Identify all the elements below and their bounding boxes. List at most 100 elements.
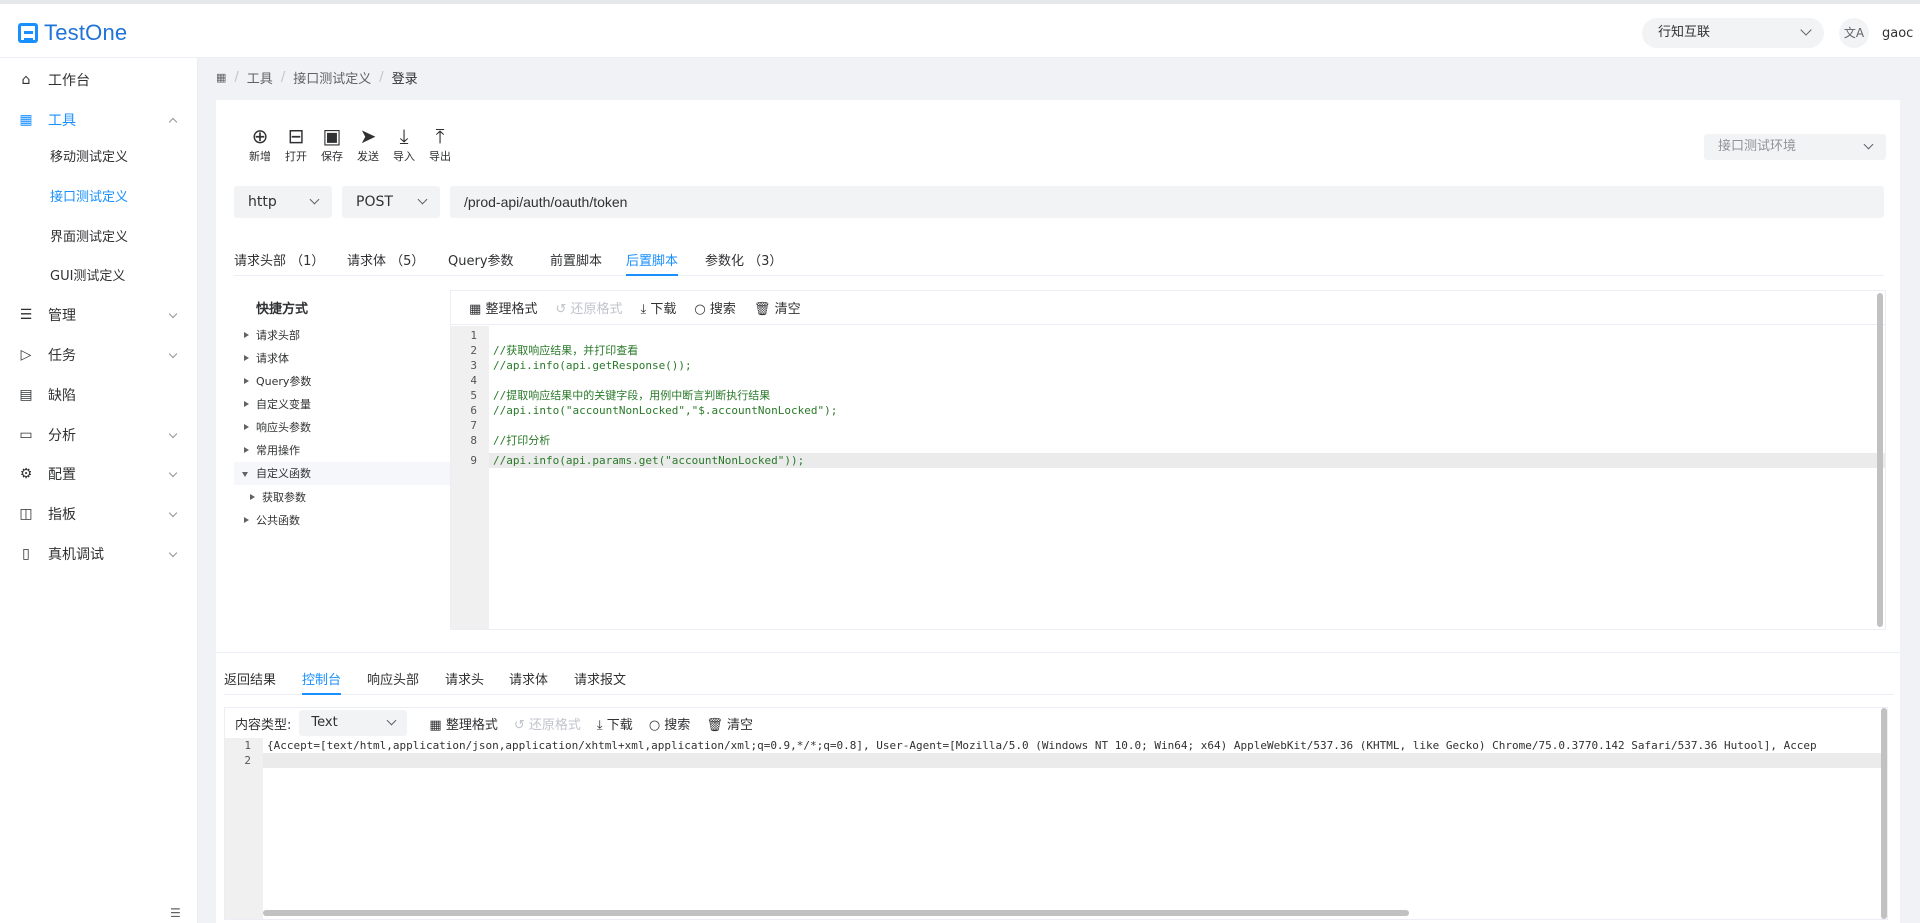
breadcrumb-item-tools[interactable]: 工具 bbox=[247, 68, 273, 87]
code-line: //api.into("accountNonLocked","$.account… bbox=[493, 404, 838, 417]
list-icon: ☰ bbox=[19, 307, 33, 323]
content-type-label: 内容类型: bbox=[235, 717, 292, 733]
breadcrumb-item-api-test[interactable]: 接口测试定义 bbox=[293, 68, 371, 87]
sidebar-item-manage[interactable]: ☰ 管理 bbox=[0, 295, 198, 335]
line-number: 2 bbox=[244, 754, 251, 767]
content-type-select[interactable]: Text bbox=[299, 710, 408, 736]
export-button[interactable]: ⤒ 导出 bbox=[426, 124, 454, 164]
tree-item[interactable]: 响应头参数 bbox=[234, 416, 450, 439]
plus-circle-icon: ⊕ bbox=[251, 124, 269, 148]
sidebar-item-label: 工具 bbox=[48, 113, 76, 129]
tab-pre-script[interactable]: 前置脚本 bbox=[550, 250, 602, 276]
tree-item-child[interactable]: 获取参数 bbox=[234, 486, 450, 509]
sidebar-subitem-ui-test[interactable]: 界面测试定义 bbox=[0, 218, 198, 258]
method-select[interactable]: POST bbox=[342, 186, 440, 218]
undo-icon: ↺ bbox=[555, 302, 567, 317]
tree-item[interactable]: 自定义变量 bbox=[234, 393, 450, 416]
org-select[interactable]: 行知互联 bbox=[1642, 18, 1824, 48]
tab-request-body-result[interactable]: 请求体 bbox=[509, 669, 548, 695]
console-clear-button[interactable]: 🗑 清空 bbox=[706, 714, 753, 733]
sidebar: ⌂ 工作台 ▦ 工具 移动测试定义 接口测试定义 界面测试定义 GUI测试定义 … bbox=[0, 58, 198, 923]
logo[interactable]: TestOne bbox=[18, 20, 127, 46]
open-button[interactable]: ⊟ 打开 bbox=[282, 124, 310, 164]
tree-item[interactable]: 公共函数 bbox=[234, 509, 450, 532]
sidebar-item-defects[interactable]: ▤ 缺陷 bbox=[0, 375, 198, 415]
download-button[interactable]: ⤓ 下载 bbox=[641, 298, 677, 317]
download-icon: ⤓ bbox=[640, 302, 647, 317]
console-search-button[interactable]: ○ 搜索 bbox=[649, 714, 691, 733]
tab-request-headers[interactable]: 请求头部 （1） bbox=[234, 250, 324, 276]
download-icon: ⤓ bbox=[399, 124, 409, 148]
tree-item[interactable]: 常用操作 bbox=[234, 439, 450, 462]
sidebar-subitem-api-test[interactable]: 接口测试定义 bbox=[0, 178, 198, 218]
response-tabs: 返回结果 控制台 响应头部 请求头 请求体 请求报文 bbox=[224, 665, 1894, 695]
tab-response-result[interactable]: 返回结果 bbox=[224, 669, 276, 695]
tab-request-body[interactable]: 请求体 （5） bbox=[347, 250, 424, 276]
request-tabs: 请求头部 （1） 请求体 （5） Query参数 前置脚本 后置脚本 参数化 （… bbox=[234, 246, 1884, 276]
console-line: {Accept=[text/html,application/json,appl… bbox=[267, 739, 1817, 752]
line-number: 1 bbox=[470, 329, 477, 342]
save-button[interactable]: ▣ 保存 bbox=[318, 124, 346, 164]
new-button[interactable]: ⊕ 新增 bbox=[246, 124, 274, 164]
import-button[interactable]: ⤓ 导入 bbox=[390, 124, 418, 164]
line-number: 3 bbox=[470, 359, 477, 372]
collapse-sidebar-icon[interactable]: ☰ bbox=[170, 906, 181, 920]
send-button[interactable]: ➤ 发送 bbox=[354, 124, 382, 164]
tree-item-expanded[interactable]: 自定义函数 bbox=[234, 462, 450, 485]
send-icon: ▷ bbox=[20, 347, 32, 363]
sidebar-item-analysis[interactable]: ▭ 分析 bbox=[0, 415, 198, 455]
tab-query-params[interactable]: Query参数 bbox=[448, 250, 514, 276]
sidebar-item-config[interactable]: ⚙ 配置 bbox=[0, 454, 198, 494]
panel-icon: ◫ bbox=[19, 506, 33, 522]
tree-item[interactable]: 请求体 bbox=[234, 347, 450, 370]
language-switch-button[interactable]: 文A bbox=[1839, 18, 1869, 48]
sidebar-item-workbench[interactable]: ⌂ 工作台 bbox=[0, 60, 198, 100]
console-download-button[interactable]: ⤓ 下载 bbox=[597, 714, 633, 733]
shortcut-title: 快捷方式 bbox=[256, 302, 309, 317]
console-line-gutter: 1 2 bbox=[225, 738, 263, 919]
console-format-button[interactable]: ▦ 整理格式 bbox=[429, 714, 497, 733]
line-number: 9 bbox=[470, 454, 477, 467]
download-icon: ⤓ bbox=[596, 717, 603, 733]
tree-item[interactable]: Query参数 bbox=[234, 370, 450, 393]
tab-console[interactable]: 控制台 bbox=[302, 669, 342, 695]
console-vertical-scrollbar[interactable] bbox=[1881, 708, 1887, 919]
home-icon: ⌂ bbox=[21, 72, 31, 88]
code-line: //api.info(api.getResponse()); bbox=[493, 359, 692, 372]
sidebar-item-tools[interactable]: ▦ 工具 bbox=[0, 100, 198, 140]
protocol-select[interactable]: http bbox=[234, 186, 332, 218]
user-name[interactable]: gaoc bbox=[1882, 26, 1913, 41]
sidebar-subitem-gui-test[interactable]: GUI测试定义 bbox=[0, 257, 198, 297]
tab-response-headers[interactable]: 响应头部 bbox=[367, 669, 419, 695]
tab-request-message[interactable]: 请求报文 bbox=[574, 669, 626, 695]
sidebar-item-board[interactable]: ◫ 指板 bbox=[0, 494, 198, 534]
editor-vertical-scrollbar[interactable] bbox=[1877, 293, 1883, 627]
search-button[interactable]: ○ 搜索 bbox=[694, 298, 736, 317]
console-restore-button[interactable]: ↺ 还原格式 bbox=[514, 714, 581, 733]
chevron-down-icon bbox=[386, 715, 397, 726]
console-output[interactable]: 内容类型: Text ▦ 整理格式 ↺ 还原格式 ⤓ 下载 ○ 搜索 🗑 清空 … bbox=[224, 707, 1888, 920]
apps-icon[interactable]: ▦ bbox=[216, 71, 226, 84]
tree-item[interactable]: 请求头部 bbox=[234, 324, 450, 347]
chevron-down-icon bbox=[168, 548, 178, 558]
grid-icon: ▦ bbox=[469, 302, 482, 317]
restore-format-button[interactable]: ↺ 还原格式 bbox=[555, 298, 622, 317]
line-number: 1 bbox=[244, 739, 251, 752]
sidebar-item-tasks[interactable]: ▷ 任务 bbox=[0, 335, 198, 375]
sidebar-item-label: 配置 bbox=[48, 467, 76, 483]
send-icon: ➤ bbox=[359, 124, 377, 148]
sidebar-item-device-debug[interactable]: ▯ 真机调试 bbox=[0, 534, 198, 574]
console-horizontal-scrollbar[interactable] bbox=[263, 910, 1409, 916]
tab-request-header[interactable]: 请求头 bbox=[445, 669, 484, 695]
sidebar-subitem-mobile-test[interactable]: 移动测试定义 bbox=[0, 138, 198, 178]
top-header: TestOne 行知互联 文A gaoc bbox=[0, 0, 1920, 58]
clear-button[interactable]: 🗑 清空 bbox=[754, 298, 801, 317]
content-type-value: Text bbox=[311, 715, 338, 730]
post-script-editor[interactable]: ▦ 整理格式 ↺ 还原格式 ⤓ 下载 ○ 搜索 🗑 清空 1 2 3 4 5 6… bbox=[450, 290, 1886, 630]
url-input[interactable] bbox=[450, 186, 1884, 218]
translate-icon: 文A bbox=[1843, 26, 1865, 40]
format-button[interactable]: ▦ 整理格式 bbox=[469, 298, 537, 317]
tab-post-script[interactable]: 后置脚本 bbox=[626, 250, 679, 276]
environment-select[interactable]: 接口测试环境 bbox=[1704, 134, 1886, 160]
tab-parameterize[interactable]: 参数化 （3） bbox=[705, 250, 782, 276]
